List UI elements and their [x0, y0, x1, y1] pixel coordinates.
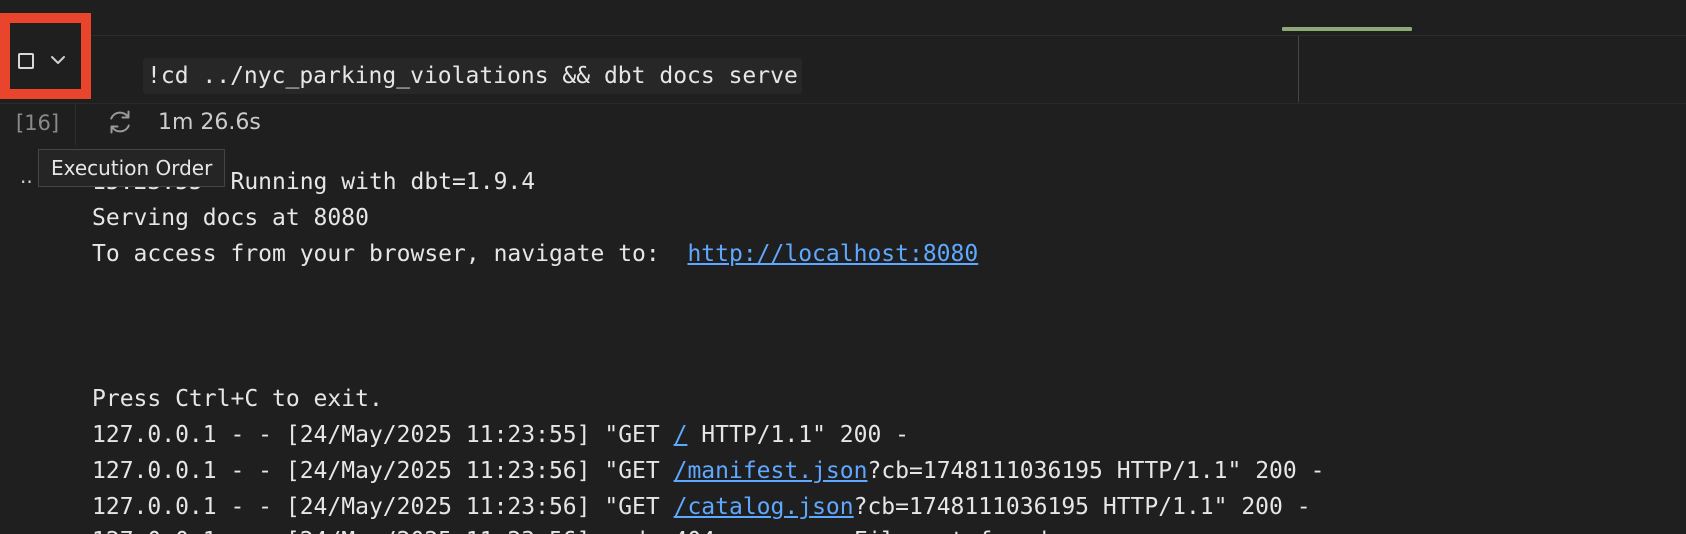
output-line: 127.0.0.1 - - [24/May/2025 11:23:56] "GE… — [92, 455, 1324, 487]
output-line: To access from your browser, navigate to… — [92, 238, 978, 270]
run-control-highlight — [0, 13, 91, 99]
output-text: ?cb=1748111036195 HTTP/1.1" 200 - — [867, 458, 1325, 484]
manifest-link[interactable]: /manifest.json — [674, 458, 868, 484]
output-line: 127.0.0.1 - - [24/May/2025 11:23:56] "GE… — [92, 491, 1311, 523]
code-line[interactable]: !cd ../nyc_parking_violations && dbt doc… — [143, 58, 802, 94]
chevron-down-icon[interactable] — [49, 51, 67, 69]
output-line: 127.0.0.1 - - [24/May/2025 11:23:55] "GE… — [92, 419, 909, 451]
refresh-icon — [110, 110, 130, 134]
output-text: ?cb=1748111036195 HTTP/1.1" 200 - — [853, 494, 1311, 520]
root-path-link[interactable]: / — [674, 422, 688, 448]
localhost-link[interactable]: http://localhost:8080 — [687, 241, 978, 267]
output-line: 127.0.0.1 - - [24/May/2025 11:23:56] cod… — [92, 525, 1047, 534]
output-text: 127.0.0.1 - - [24/May/2025 11:23:56] "GE… — [92, 458, 674, 484]
execution-count[interactable]: [16] — [16, 108, 59, 138]
output-text: To access from your browser, navigate to… — [92, 241, 688, 267]
output-text: 127.0.0.1 - - [24/May/2025 11:23:56] "GE… — [92, 494, 674, 520]
execution-order-tooltip: Execution Order — [38, 149, 226, 187]
active-indicator — [1282, 27, 1412, 31]
run-control[interactable] — [10, 23, 81, 89]
output-line: Serving docs at 8080 — [92, 205, 369, 231]
execution-duration: 1m 26.6s — [158, 110, 261, 135]
top-strip — [0, 0, 1686, 36]
output-line: Press Ctrl+C to exit. — [92, 386, 383, 412]
editor-divider — [1298, 36, 1299, 102]
catalog-link[interactable]: /catalog.json — [674, 494, 854, 520]
output-text: 127.0.0.1 - - [24/May/2025 11:23:55] "GE… — [92, 422, 674, 448]
status-separator — [75, 104, 76, 145]
output-text: HTTP/1.1" 200 - — [687, 422, 910, 448]
output-ellipsis[interactable]: .. — [20, 166, 33, 186]
stop-icon[interactable] — [18, 53, 34, 69]
